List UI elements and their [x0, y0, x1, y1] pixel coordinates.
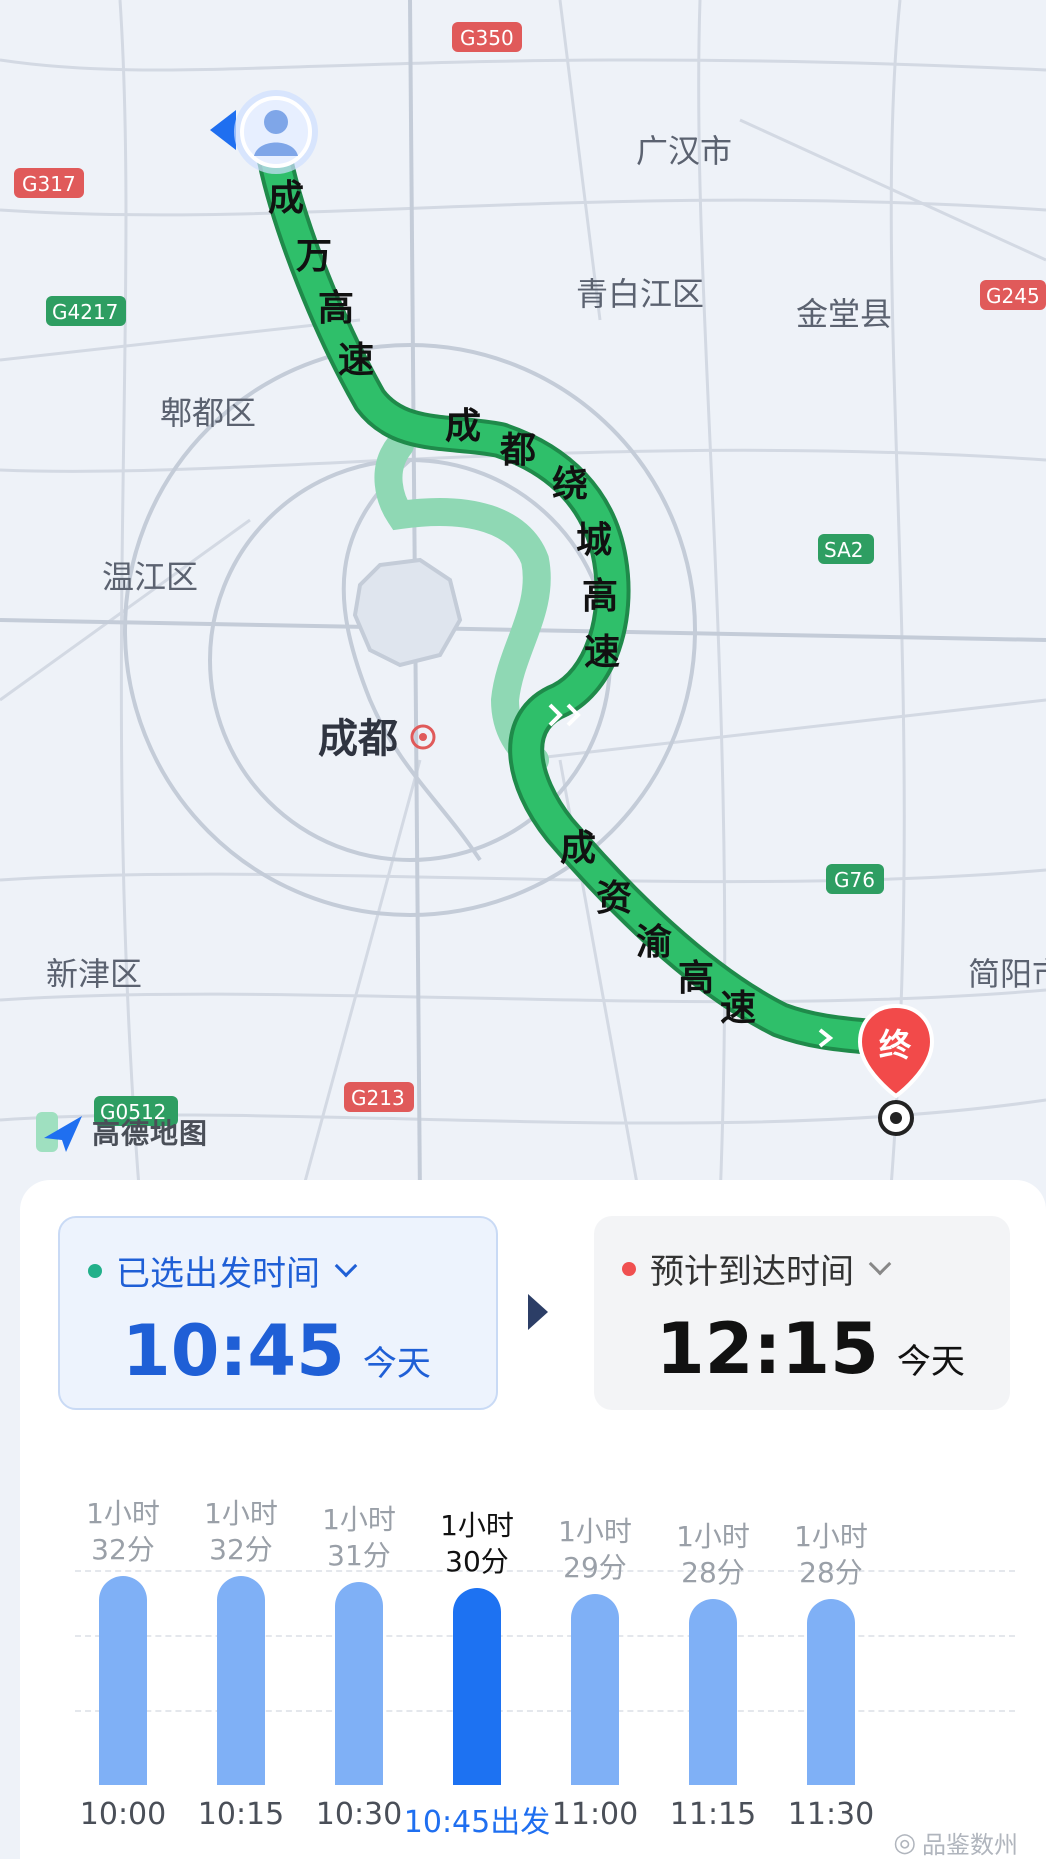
bar-duration-minutes: 28分 [799, 1556, 863, 1589]
bar[interactable] [571, 1594, 619, 1785]
place-wenjiang: 温江区 [102, 558, 198, 596]
bar[interactable] [99, 1576, 147, 1785]
grid-line [75, 1710, 1015, 1712]
bar-duration-hours: 1小时 [676, 1520, 750, 1553]
shield-g213: G213 [344, 1082, 414, 1112]
departure-time-panel: 已选出发时间 10:45 今天 预计到达时间 12:15 今天 1小时 32分 10… [20, 1180, 1046, 1859]
departure-time-card[interactable]: 已选出发时间 10:45 今天 [58, 1216, 498, 1410]
shield-g4217: G4217 [46, 296, 126, 326]
departure-dot-icon [88, 1263, 102, 1278]
shield-g317: G317 [14, 168, 84, 198]
place-pidu: 郫都区 [160, 394, 256, 432]
svg-text:万: 万 [296, 236, 332, 277]
svg-text:成: 成 [268, 178, 304, 219]
bar-duration-minutes: 29分 [563, 1551, 627, 1584]
bar-duration-minutes: 30分 [445, 1545, 509, 1578]
bar-duration-label: 1小时 28分 [771, 1519, 891, 1591]
svg-text:城: 城 [576, 520, 612, 561]
arrival-dot-icon [622, 1261, 636, 1276]
bar-duration-hours: 1小时 [86, 1497, 160, 1530]
bar-duration-label: 1小时 32分 [181, 1496, 301, 1568]
place-jintang: 金堂县 [796, 295, 892, 333]
bar-duration-label: 1小时 32分 [63, 1496, 183, 1568]
bar[interactable] [335, 1582, 383, 1785]
svg-text:G245: G245 [986, 284, 1040, 308]
bar-duration-hours: 1小时 [204, 1497, 278, 1530]
bar-duration-label: 1小时 31分 [299, 1502, 419, 1574]
arrival-time-card[interactable]: 预计到达时间 12:15 今天 [594, 1216, 1010, 1410]
svg-text:G213: G213 [351, 1086, 405, 1110]
svg-text:高: 高 [318, 288, 354, 329]
city-chengdu: 成都 [318, 716, 398, 762]
svg-text:G350: G350 [460, 26, 514, 50]
svg-text:都: 都 [499, 430, 536, 471]
svg-text:渝: 渝 [636, 922, 672, 963]
arrival-time: 12:15 [656, 1308, 879, 1390]
svg-text:终: 终 [879, 1026, 912, 1064]
shield-sa2: SA2 [818, 534, 874, 564]
bar-selected[interactable] [453, 1588, 501, 1785]
svg-text:SA2: SA2 [824, 538, 863, 562]
svg-text:资: 资 [596, 878, 632, 919]
chevron-down-icon [334, 1254, 358, 1277]
bar-duration-label: 1小时 29分 [535, 1514, 655, 1586]
place-qingbaijiang: 青白江区 [576, 275, 704, 313]
grid-line [75, 1635, 1015, 1637]
amap-logo-icon [34, 1108, 86, 1156]
svg-text:速: 速 [720, 988, 756, 1029]
svg-text:G76: G76 [834, 868, 875, 892]
bar-duration-hours: 1小时 [794, 1520, 868, 1553]
shield-g350: G350 [452, 22, 522, 52]
svg-text:绕: 绕 [552, 464, 588, 505]
bar-duration-hours: 1小时 [558, 1515, 632, 1548]
place-xinjin: 新津区 [46, 955, 142, 993]
place-jianyang: 简阳市 [968, 955, 1046, 993]
svg-text:速: 速 [338, 340, 374, 381]
bar-duration-hours: 1小时 [322, 1503, 396, 1536]
bar-duration-hours: 1小时 [440, 1509, 514, 1542]
chevron-down-icon [868, 1252, 892, 1275]
bar-duration-minutes: 32分 [209, 1533, 273, 1566]
svg-text:成: 成 [445, 406, 481, 447]
wechat-icon: ◎ [893, 1827, 916, 1858]
departure-day: 今天 [362, 1344, 431, 1384]
bar-duration-minutes: 31分 [327, 1539, 391, 1572]
route-map[interactable]: 广汉市 青白江区 金堂县 郫都区 温江区 新津区 简阳市 成都 G350 G31… [0, 0, 1046, 1200]
shield-g76: G76 [826, 864, 884, 894]
bar[interactable] [217, 1576, 265, 1785]
place-guanghan: 广汉市 [636, 132, 732, 170]
bar-time-label[interactable]: 11:30 [751, 1797, 911, 1832]
shield-g245: G245 [980, 280, 1046, 310]
bar-duration-label: 1小时 30分 [417, 1508, 537, 1580]
amap-logo-text: 高德地图 [92, 1117, 209, 1150]
arrival-title: 预计到达时间 [650, 1252, 854, 1292]
bar[interactable] [807, 1599, 855, 1785]
departure-time: 10:45 [122, 1310, 345, 1392]
svg-text:高: 高 [678, 958, 714, 999]
amap-logo: 高德地图 [34, 1108, 208, 1156]
bar-duration-minutes: 28分 [681, 1556, 745, 1589]
svg-text:高: 高 [582, 576, 618, 617]
watermark: ◎ 品鉴数州 [893, 1825, 1018, 1859]
arrow-right-icon [528, 1294, 548, 1330]
bar[interactable] [689, 1599, 737, 1785]
arrival-day: 今天 [896, 1342, 965, 1382]
bar-duration-minutes: 32分 [91, 1533, 155, 1566]
watermark-text: 品鉴数州 [922, 1831, 1018, 1859]
svg-text:G317: G317 [22, 172, 76, 196]
svg-text:G4217: G4217 [52, 300, 118, 324]
svg-text:速: 速 [584, 632, 620, 673]
svg-text:成: 成 [560, 828, 596, 869]
bar-duration-label: 1小时 28分 [653, 1519, 773, 1591]
departure-title: 已选出发时间 [116, 1254, 320, 1294]
